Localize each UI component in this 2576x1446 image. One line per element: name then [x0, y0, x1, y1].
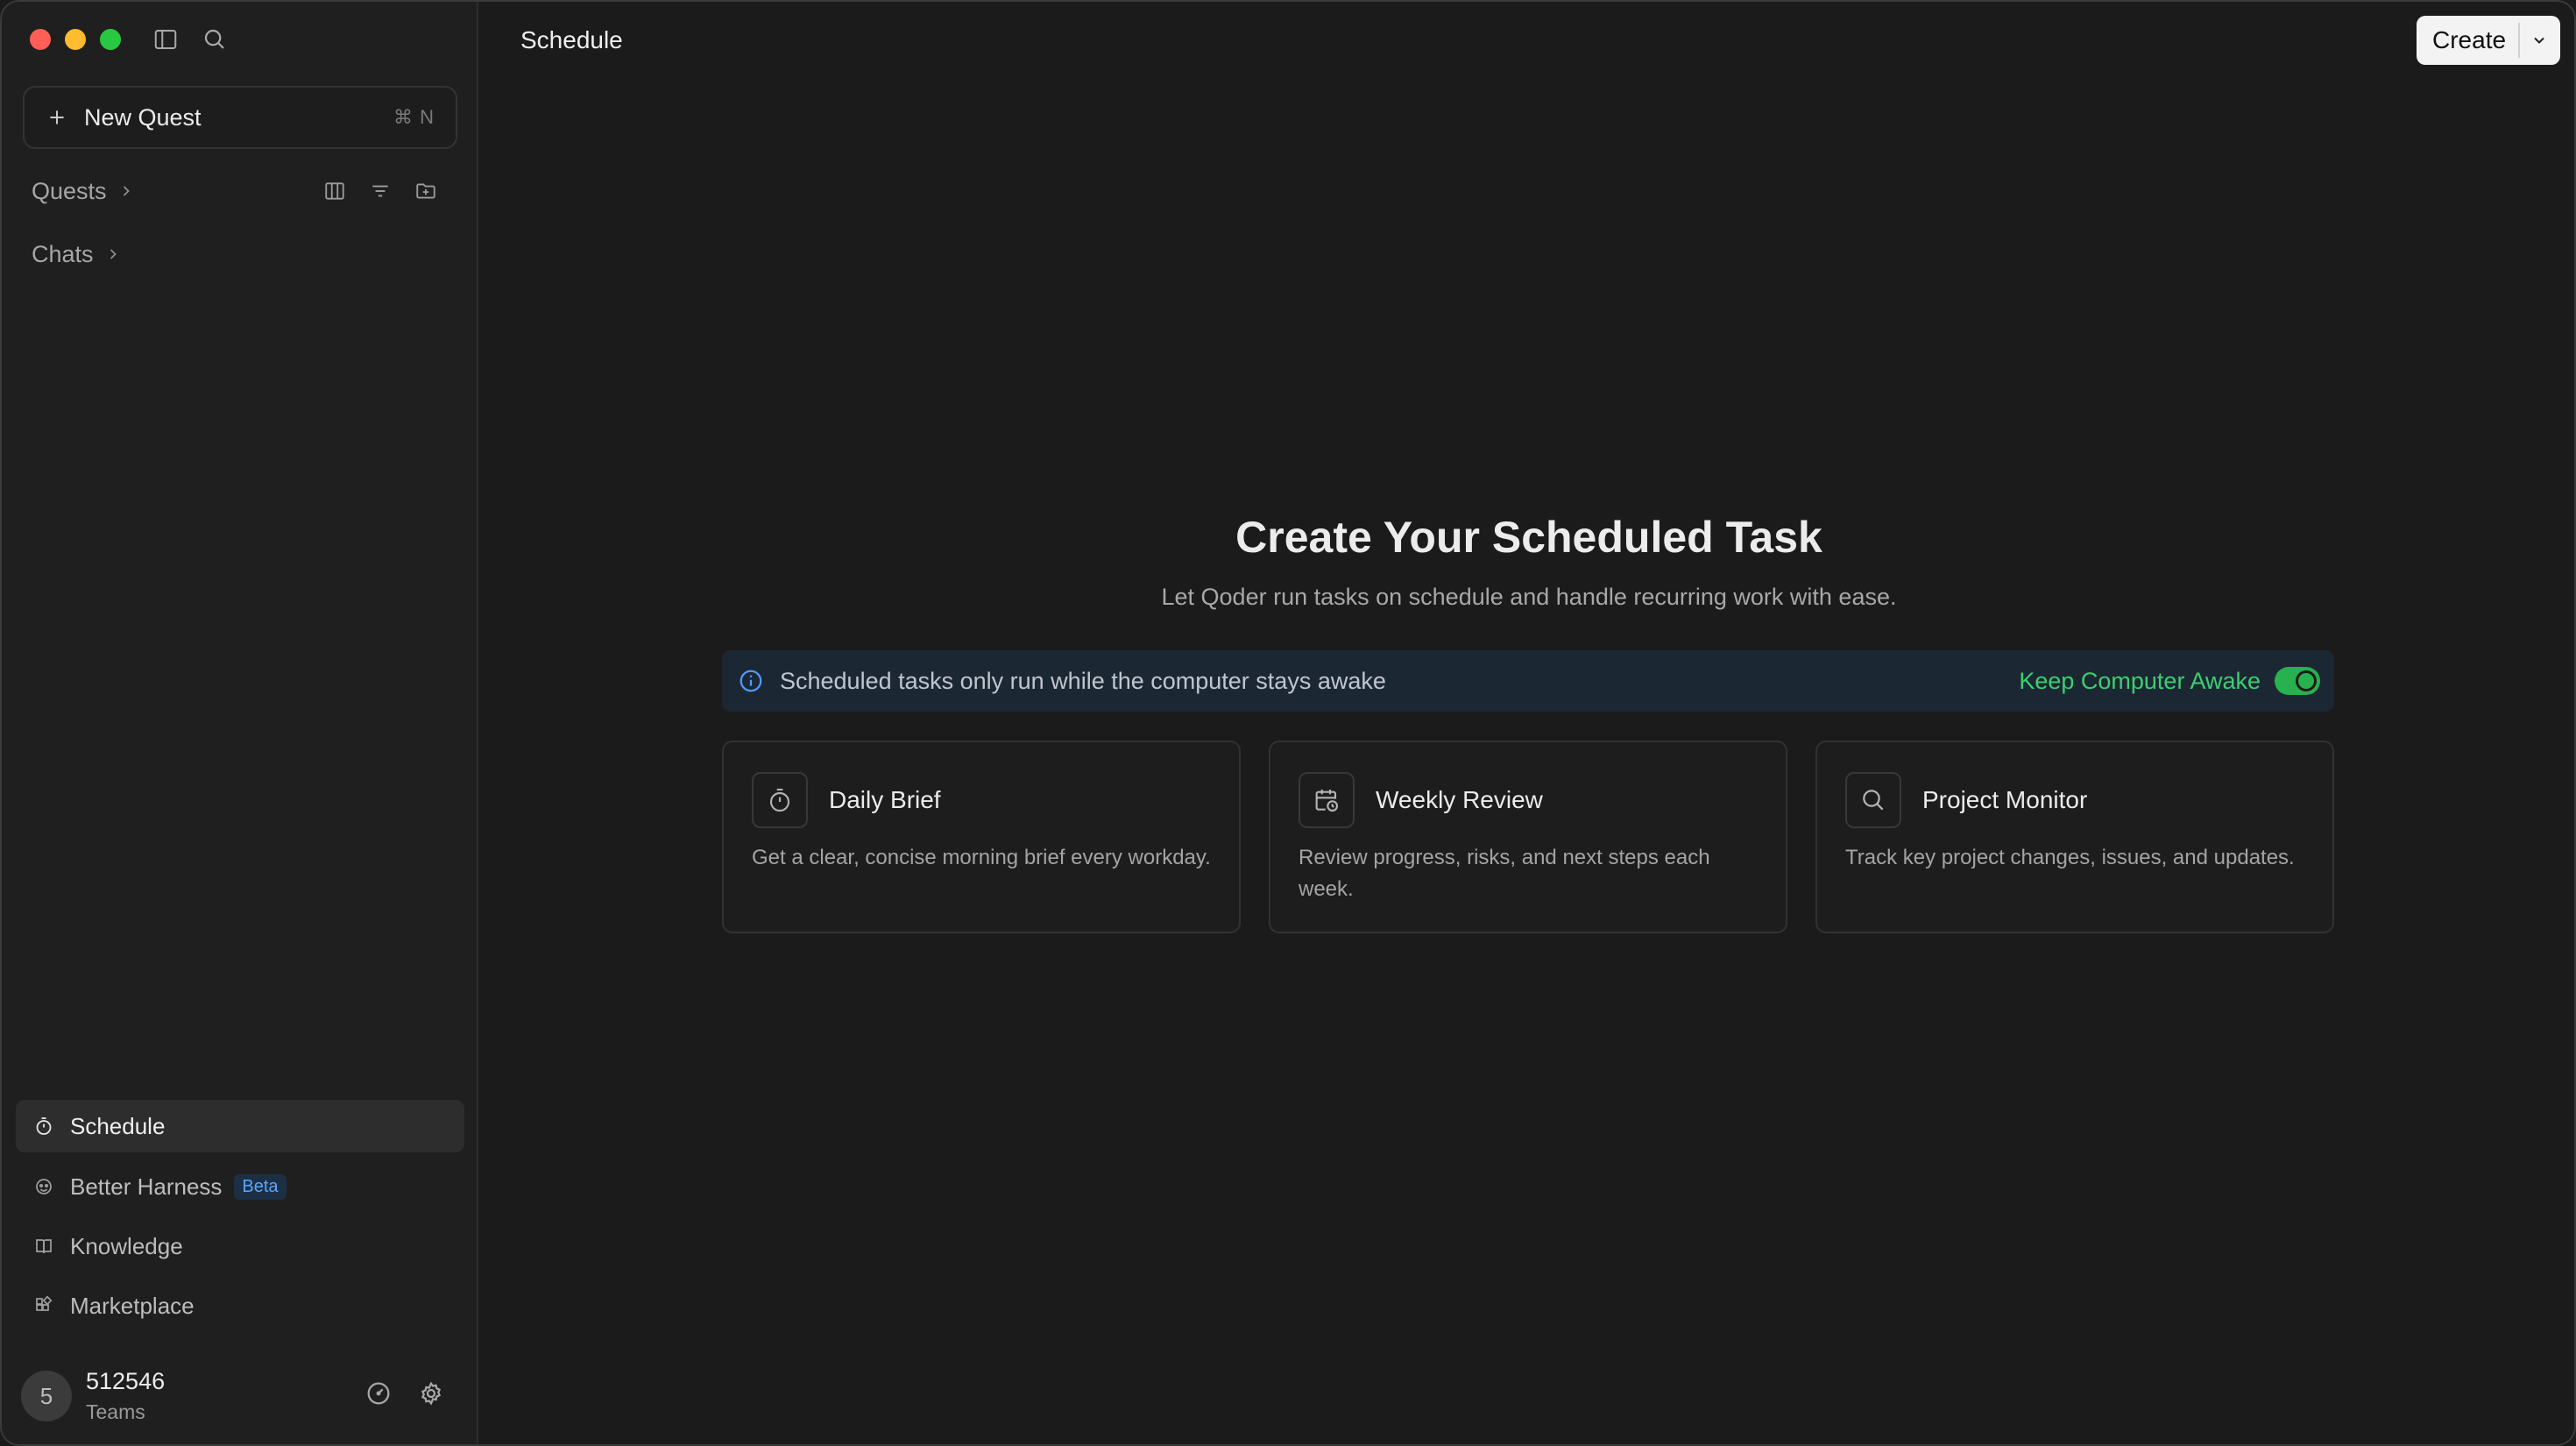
- harness-icon: [32, 1174, 56, 1199]
- nav-label: Knowledge: [70, 1232, 183, 1259]
- app-window: New Quest ⌘ N Quests Chats Schedule Bett…: [0, 0, 2576, 1446]
- create-button-divider: [2518, 23, 2520, 58]
- template-card-daily-brief[interactable]: Daily Brief Get a clear, concise morning…: [722, 741, 1241, 933]
- timer-icon: [32, 1114, 56, 1138]
- nav-item-marketplace[interactable]: Marketplace: [16, 1279, 464, 1332]
- card-title: Weekly Review: [1376, 786, 1543, 813]
- hero-subtitle: Let Qoder run tasks on schedule and hand…: [1161, 584, 1897, 610]
- beta-badge: Beta: [234, 1173, 287, 1200]
- calendar-clock-icon: [1299, 772, 1355, 828]
- sidebar: New Quest ⌘ N Quests Chats Schedule Bett…: [2, 2, 478, 1444]
- chevron-right-icon: [110, 249, 117, 259]
- user-name: 512546: [86, 1368, 166, 1394]
- window-close-button[interactable]: [30, 29, 51, 50]
- nav-label: Marketplace: [70, 1292, 195, 1319]
- keep-awake-toggle[interactable]: [2275, 667, 2320, 695]
- usage-gauge-icon[interactable]: [361, 1376, 396, 1411]
- chats-section-header[interactable]: Chats: [32, 237, 122, 272]
- card-description: Get a clear, concise morning brief every…: [752, 846, 1211, 869]
- new-folder-icon[interactable]: [410, 175, 442, 207]
- card-description: Review progress, risks, and next steps e…: [1299, 846, 1710, 901]
- keep-awake-label[interactable]: Keep Computer Awake: [2019, 668, 2261, 695]
- quests-section-header[interactable]: Quests: [32, 174, 135, 209]
- window-maximize-button[interactable]: [100, 29, 121, 50]
- card-title: Daily Brief: [829, 786, 941, 813]
- page-title: Schedule: [520, 26, 623, 53]
- toggle-knob: [2296, 670, 2317, 691]
- book-icon: [32, 1234, 56, 1258]
- awake-message: Scheduled tasks only run while the compu…: [780, 667, 1386, 694]
- user-profile[interactable]: 5 512546 Teams: [21, 1365, 459, 1427]
- search-icon[interactable]: [200, 25, 230, 54]
- template-card-project-monitor[interactable]: Project Monitor Track key project change…: [1815, 741, 2334, 933]
- new-quest-shortcut: ⌘ N: [393, 106, 435, 128]
- avatar: 5: [21, 1371, 72, 1421]
- create-button[interactable]: Create: [2417, 16, 2560, 65]
- search-icon: [1845, 772, 1901, 828]
- columns-icon[interactable]: [319, 175, 350, 207]
- nav-label: Schedule: [70, 1112, 166, 1139]
- awake-notice: Scheduled tasks only run while the compu…: [722, 650, 2334, 712]
- filter-icon[interactable]: [364, 175, 396, 207]
- chats-label: Chats: [32, 240, 94, 267]
- nav-item-knowledge[interactable]: Knowledge: [16, 1220, 464, 1272]
- template-card-weekly-review[interactable]: Weekly Review Review progress, risks, an…: [1269, 741, 1787, 933]
- plus-icon: [50, 110, 64, 124]
- create-label: Create: [2432, 26, 2507, 53]
- quests-label: Quests: [32, 177, 107, 204]
- card-title: Project Monitor: [1922, 786, 2088, 813]
- user-plan: Teams: [86, 1400, 145, 1423]
- gear-icon[interactable]: [414, 1376, 449, 1411]
- chevron-down-icon[interactable]: [2530, 32, 2548, 49]
- sidebar-toggle-icon[interactable]: [151, 25, 180, 54]
- marketplace-icon: [32, 1294, 56, 1318]
- card-description: Track key project changes, issues, and u…: [1845, 846, 2295, 869]
- nav-item-better-harness[interactable]: Better Harness Beta: [16, 1160, 464, 1213]
- window-minimize-button[interactable]: [65, 29, 86, 50]
- nav-label: Better Harness: [70, 1173, 223, 1200]
- new-quest-label: New Quest: [84, 103, 202, 131]
- new-quest-button[interactable]: New Quest ⌘ N: [23, 86, 457, 149]
- main-content: Schedule Create Create Your Scheduled Ta…: [480, 2, 2574, 1444]
- info-icon: [740, 670, 762, 692]
- chevron-right-icon: [123, 186, 130, 196]
- timer-icon: [752, 772, 808, 828]
- nav-item-schedule[interactable]: Schedule: [16, 1100, 464, 1152]
- hero-title: Create Your Scheduled Task: [1235, 513, 1822, 562]
